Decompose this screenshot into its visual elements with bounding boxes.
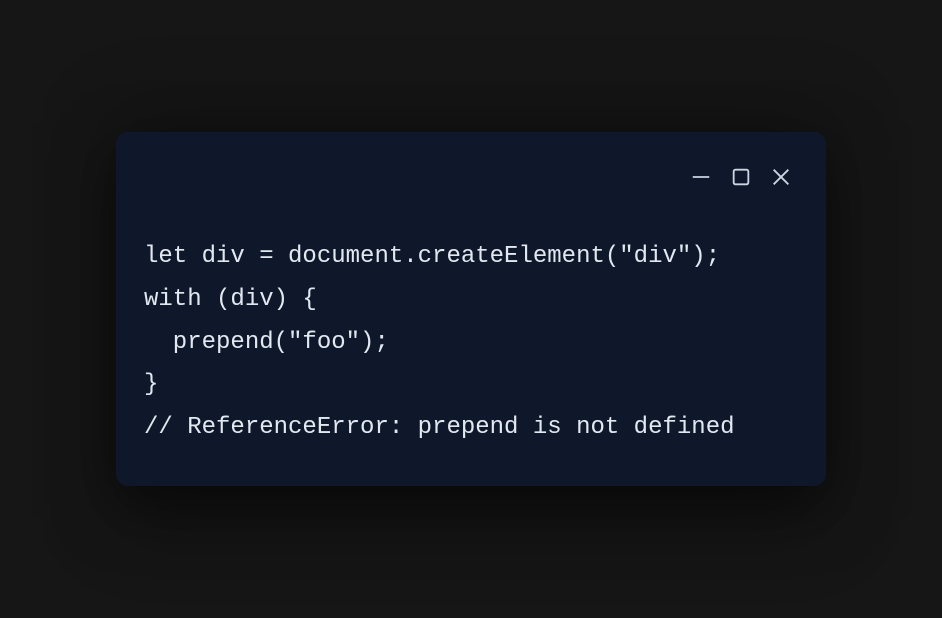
close-icon[interactable] bbox=[770, 166, 792, 188]
code-line-5: } bbox=[144, 364, 798, 407]
code-editor-window: let div = document.createElement("div");… bbox=[116, 132, 826, 486]
code-line-3: with (div) { bbox=[144, 279, 798, 322]
code-content[interactable]: let div = document.createElement("div");… bbox=[144, 236, 798, 450]
minimize-icon[interactable] bbox=[690, 166, 712, 188]
window-controls bbox=[144, 160, 798, 188]
code-line-1: let div = document.createElement("div"); bbox=[144, 236, 798, 279]
code-line-4: prepend("foo"); bbox=[144, 322, 798, 365]
maximize-icon[interactable] bbox=[730, 166, 752, 188]
code-line-6: // ReferenceError: prepend is not define… bbox=[144, 407, 798, 450]
